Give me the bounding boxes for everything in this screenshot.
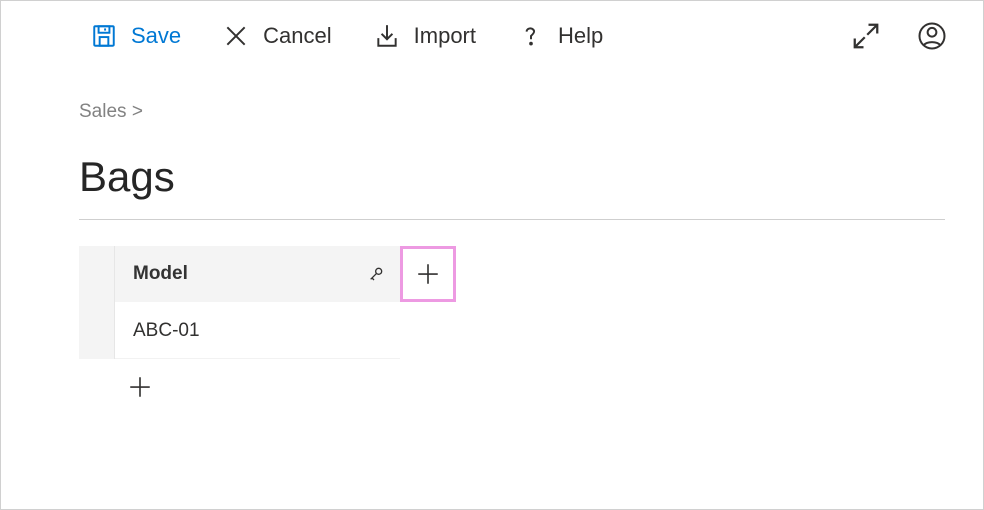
save-icon bbox=[91, 23, 117, 49]
import-button[interactable]: Import bbox=[374, 23, 476, 49]
cancel-button[interactable]: Cancel bbox=[223, 23, 331, 49]
title-divider bbox=[79, 219, 945, 220]
column-header-model[interactable]: Model bbox=[115, 246, 400, 302]
account-button[interactable] bbox=[917, 21, 947, 51]
toolbar: Save Cancel Import Help bbox=[1, 1, 983, 67]
save-button[interactable]: Save bbox=[91, 23, 181, 49]
page-title: Bags bbox=[79, 153, 945, 201]
add-column-button[interactable] bbox=[400, 246, 456, 302]
content-area: Sales > Bags Model bbox=[1, 67, 983, 415]
add-row-button[interactable] bbox=[112, 359, 168, 415]
expand-icon bbox=[851, 21, 881, 51]
import-label: Import bbox=[414, 23, 476, 49]
help-button[interactable]: Help bbox=[518, 23, 603, 49]
close-icon bbox=[223, 23, 249, 49]
data-table: Model bbox=[79, 246, 945, 415]
table-header-row: Model bbox=[79, 246, 456, 302]
breadcrumb-separator: > bbox=[132, 101, 143, 122]
breadcrumb[interactable]: Sales > bbox=[79, 101, 945, 123]
table-gutter bbox=[79, 302, 115, 359]
user-icon bbox=[917, 21, 947, 51]
column-header-label: Model bbox=[133, 263, 188, 285]
import-icon bbox=[374, 23, 400, 49]
breadcrumb-parent: Sales bbox=[79, 101, 127, 122]
add-row-area bbox=[79, 359, 456, 415]
table-row[interactable]: ABC-01 bbox=[79, 302, 456, 359]
plus-icon bbox=[127, 374, 153, 400]
cancel-label: Cancel bbox=[263, 23, 331, 49]
help-icon bbox=[518, 23, 544, 49]
help-label: Help bbox=[558, 23, 603, 49]
toolbar-right bbox=[851, 21, 947, 51]
table-gutter bbox=[79, 246, 115, 302]
cell-model[interactable]: ABC-01 bbox=[115, 302, 400, 359]
plus-icon bbox=[415, 261, 441, 287]
key-icon bbox=[368, 266, 384, 282]
save-label: Save bbox=[131, 23, 181, 49]
expand-button[interactable] bbox=[851, 21, 881, 51]
